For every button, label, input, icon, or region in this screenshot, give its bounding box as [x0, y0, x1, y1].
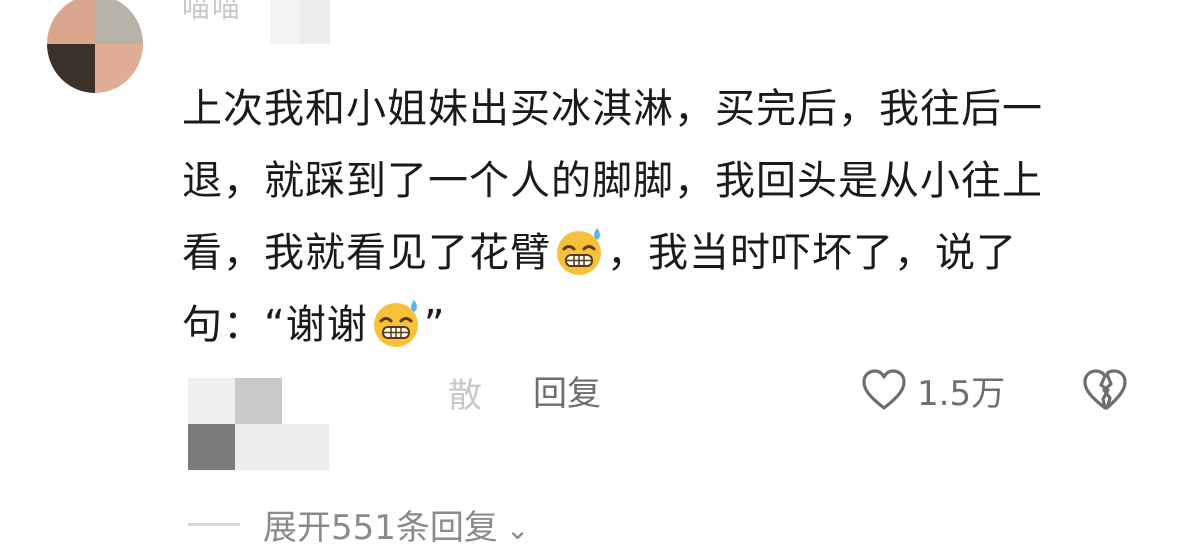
grinning-sweat-emoji	[557, 228, 601, 275]
username-mosaic	[270, 0, 330, 44]
divider	[188, 523, 240, 526]
avatar[interactable]	[47, 0, 143, 93]
location-label: 散	[448, 376, 482, 416]
grinning-sweat-emoji	[373, 300, 418, 347]
comment-text: 上次我和小姐妹出买冰淇淋，买完后，我往后一 退，就踩到了一个人的脚脚，我回头是从…	[182, 73, 1117, 361]
like-count: 1.5万	[917, 374, 1006, 414]
heart-outline-icon[interactable]	[860, 366, 908, 414]
comment-line: 句：“谢谢 ”	[182, 289, 1117, 361]
username[interactable]: 喵喵	[182, 0, 242, 26]
broken-heart-icon[interactable]	[1080, 366, 1130, 414]
username-row[interactable]: 喵喵	[182, 0, 332, 44]
metadata-mosaic	[188, 378, 329, 470]
expand-replies-button[interactable]: 展开551条回复 ⌄	[263, 500, 529, 549]
comment-line: 上次我和小姐妹出买冰淇淋，买完后，我往后一	[182, 86, 1043, 132]
chevron-down-icon: ⌄	[505, 513, 530, 546]
comment-line: 退，就踩到了一个人的脚脚，我回头是从小往上	[182, 158, 1043, 204]
expand-replies-label: 展开551条回复	[263, 508, 498, 548]
comment-line: 看，我就看见了花臂 ，我当时吓坏了，说了	[182, 217, 1117, 289]
reply-button[interactable]: 回复	[533, 366, 601, 415]
